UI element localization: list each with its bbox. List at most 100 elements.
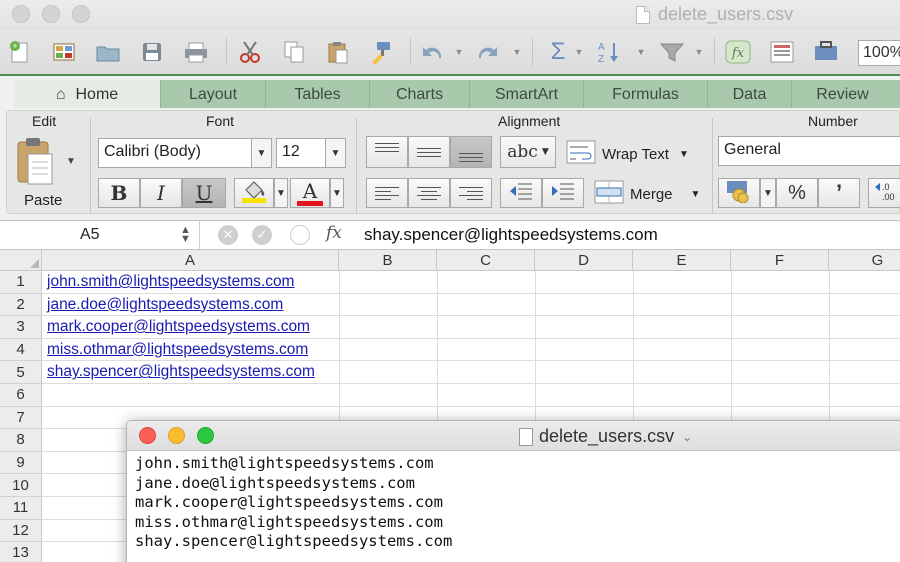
formula-content[interactable]: shay.spencer@lightspeedsystems.com (364, 225, 658, 245)
column-header-e[interactable]: E (633, 250, 731, 271)
row-header[interactable]: 4 (0, 338, 42, 362)
cell-a-email-link[interactable]: mark.cooper@lightspeedsystems.com (47, 318, 310, 336)
cut-icon[interactable] (236, 38, 264, 66)
row-header[interactable]: 8 (0, 429, 42, 452)
currency-button[interactable] (718, 178, 760, 208)
row-header[interactable]: 7 (0, 406, 42, 430)
autosum-dropdown-arrow[interactable]: ▼ (574, 38, 584, 66)
confirm-entry-icon[interactable]: ✓ (252, 225, 272, 245)
column-header-b[interactable]: B (339, 250, 437, 271)
decrease-indent-button[interactable] (500, 178, 542, 208)
column-header-d[interactable]: D (535, 250, 633, 271)
textedit-content[interactable]: john.smith@lightspeedsystems.com jane.do… (135, 454, 452, 552)
font-name-dropdown-arrow[interactable]: ▼ (251, 138, 272, 168)
align-middle-button[interactable] (408, 136, 450, 168)
tab-tables[interactable]: Tables (265, 80, 369, 110)
font-size-dropdown-arrow[interactable]: ▼ (325, 138, 346, 168)
minimize-window-button[interactable] (42, 5, 60, 23)
save-icon[interactable] (138, 38, 166, 66)
column-header-c[interactable]: C (437, 250, 535, 271)
column-header-a[interactable]: A (42, 250, 339, 271)
zoom-window-button[interactable] (72, 5, 90, 23)
textedit-title[interactable]: delete_users.csv ⌄ (519, 426, 692, 447)
increase-indent-button[interactable] (542, 178, 584, 208)
orientation-button[interactable]: abc ▼ (500, 136, 556, 168)
formula-builder-icon[interactable] (290, 225, 310, 245)
autosum-icon[interactable]: Σ (544, 38, 572, 66)
column-header-f[interactable]: F (731, 250, 829, 271)
minimize-window-button[interactable] (168, 427, 185, 444)
gallery-icon[interactable] (768, 38, 796, 66)
name-box[interactable]: A5 (0, 221, 200, 249)
tab-formulas[interactable]: Formulas (583, 80, 707, 110)
format-painter-icon[interactable] (366, 38, 394, 66)
cancel-entry-icon[interactable]: ✕ (218, 225, 238, 245)
row-header[interactable]: 2 (0, 293, 42, 317)
undo-dropdown-arrow[interactable]: ▼ (454, 38, 464, 66)
paste-large-icon[interactable] (14, 136, 58, 186)
function-icon[interactable]: fx (724, 38, 752, 66)
redo-dropdown-arrow[interactable]: ▼ (512, 38, 522, 66)
open-icon[interactable] (94, 38, 122, 66)
currency-dropdown-arrow[interactable]: ▼ (760, 178, 776, 208)
comma-button[interactable]: ’ (818, 178, 860, 208)
row-header[interactable]: 3 (0, 316, 42, 339)
name-box-stepper[interactable]: ▲ ▼ (180, 225, 191, 245)
align-center-button[interactable] (408, 178, 450, 208)
column-header-g[interactable]: G (829, 250, 900, 271)
close-window-button[interactable] (139, 427, 156, 444)
new-icon[interactable]: + (6, 38, 34, 66)
row-header[interactable]: 1 (0, 271, 42, 294)
font-size-field[interactable]: 12 (276, 138, 326, 168)
fill-color-dropdown-arrow[interactable]: ▼ (274, 178, 288, 208)
font-color-dropdown-arrow[interactable]: ▼ (330, 178, 344, 208)
tab-data[interactable]: Data (707, 80, 791, 110)
paste-label[interactable]: Paste (24, 192, 62, 209)
cell-a-email-link[interactable]: miss.othmar@lightspeedsystems.com (47, 341, 308, 359)
row-header[interactable]: 11 (0, 497, 42, 520)
wrap-text-button[interactable]: Wrap Text ▼ (566, 140, 706, 168)
select-all-corner[interactable] (0, 250, 42, 271)
underline-button[interactable]: U (182, 178, 226, 208)
paste-dropdown-arrow[interactable]: ▼ (66, 156, 76, 167)
align-left-button[interactable] (366, 178, 408, 208)
undo-icon[interactable] (418, 38, 446, 66)
row-header[interactable]: 10 (0, 474, 42, 497)
percent-button[interactable]: % (776, 178, 818, 208)
number-format-field[interactable]: General (718, 136, 900, 166)
bold-button[interactable]: B (98, 178, 140, 208)
print-icon[interactable] (182, 38, 210, 66)
cell-a-email-link[interactable]: john.smith@lightspeedsystems.com (47, 273, 294, 291)
zoom-window-button[interactable] (197, 427, 214, 444)
sort-dropdown-arrow[interactable]: ▼ (636, 38, 646, 66)
close-window-button[interactable] (12, 5, 30, 23)
row-header[interactable]: 13 (0, 542, 42, 562)
align-bottom-button[interactable] (450, 136, 492, 168)
copy-icon[interactable] (280, 38, 308, 66)
cell-a-email-link[interactable]: shay.spencer@lightspeedsystems.com (47, 363, 315, 381)
italic-button[interactable]: I (140, 178, 182, 208)
row-header[interactable]: 9 (0, 451, 42, 475)
decrease-decimal-button[interactable]: .0.00 (868, 178, 900, 208)
chevron-down-icon[interactable]: ⌄ (682, 430, 692, 444)
insert-function-icon[interactable]: fx (326, 223, 342, 243)
row-header[interactable]: 6 (0, 384, 42, 407)
fill-color-button[interactable] (234, 178, 274, 208)
row-header[interactable]: 5 (0, 361, 42, 384)
toolbox-icon[interactable] (812, 38, 840, 66)
tab-home[interactable]: ⌂ Home (14, 80, 160, 110)
paste-icon[interactable] (324, 38, 352, 66)
merge-button[interactable]: Merge ▼ (594, 180, 704, 208)
font-color-button[interactable]: A (290, 178, 330, 208)
tab-charts[interactable]: Charts (369, 80, 469, 110)
cell-a-email-link[interactable]: jane.doe@lightspeedsystems.com (47, 296, 283, 314)
align-right-button[interactable] (450, 178, 492, 208)
templates-icon[interactable] (50, 38, 78, 66)
align-top-button[interactable] (366, 136, 408, 168)
redo-icon[interactable] (474, 38, 502, 66)
font-name-field[interactable]: Calibri (Body) (98, 138, 252, 168)
row-header[interactable]: 12 (0, 519, 42, 543)
filter-dropdown-arrow[interactable]: ▼ (694, 38, 704, 66)
zoom-field[interactable]: 100% (858, 40, 900, 66)
tab-review[interactable]: Review (791, 80, 893, 110)
